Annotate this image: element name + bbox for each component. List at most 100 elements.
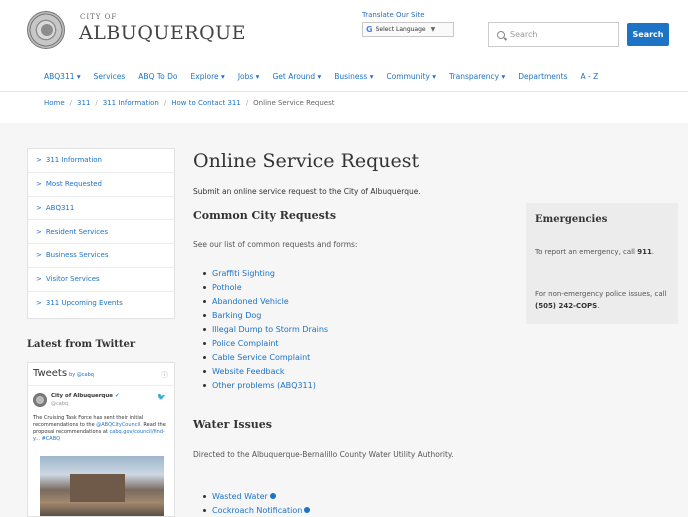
- bullet: [203, 384, 206, 388]
- sidebar-item-311-information[interactable]: >311 Information: [28, 149, 174, 173]
- emergencies-box: Emergencies To report an emergency, call…: [526, 203, 678, 324]
- link-illegal-dump[interactable]: Illegal Dump to Storm Drains: [212, 325, 328, 334]
- page-title: Online Service Request: [193, 150, 420, 172]
- common-requests-heading: Common City Requests: [193, 209, 337, 222]
- list-item[interactable]: Cockroach Notification: [203, 503, 311, 517]
- common-requests-intro: See our list of common requests and form…: [193, 240, 358, 249]
- sidebar-item-upcoming-events[interactable]: >311 Upcoming Events: [28, 292, 174, 316]
- list-item[interactable]: Illegal Dump to Storm Drains: [203, 322, 328, 336]
- tweets-title-label: Tweets: [33, 368, 68, 379]
- link-cable-service-complaint[interactable]: Cable Service Complaint: [212, 353, 310, 362]
- external-link-icon: [304, 507, 311, 514]
- list-item[interactable]: Website Feedback: [203, 365, 328, 379]
- tweets-by-link[interactable]: by @cabq: [69, 372, 94, 378]
- nav-item-jobs[interactable]: Jobs ▾: [238, 72, 260, 81]
- city-seal-logo[interactable]: [27, 11, 65, 49]
- list-item[interactable]: Pothole: [203, 280, 328, 294]
- sidebar-item-label: Resident Services: [45, 227, 108, 236]
- account-name-label: City of Albuquerque: [51, 393, 114, 399]
- search-input[interactable]: Search: [488, 22, 619, 47]
- nav-item-abq311[interactable]: ABQ311 ▾: [44, 72, 81, 81]
- twitter-heading: Latest from Twitter: [27, 339, 136, 350]
- breadcrumb-separator: /: [69, 99, 73, 107]
- link-abandoned-vehicle[interactable]: Abandoned Vehicle: [212, 297, 289, 306]
- bullet: [203, 342, 206, 346]
- link-pothole[interactable]: Pothole: [212, 283, 242, 292]
- sidebar-item-resident-services[interactable]: > Resident Services: [28, 220, 174, 244]
- avatar[interactable]: [33, 393, 47, 407]
- bullet: [203, 356, 206, 360]
- emergencies-title: Emergencies: [535, 214, 608, 225]
- nav-item-services[interactable]: Services: [94, 72, 126, 81]
- tweet-image[interactable]: [40, 456, 164, 516]
- site-header: CITY OF ALBUQUERQUE Translate Our Site G…: [0, 0, 688, 62]
- list-item[interactable]: Graffiti Sighting: [203, 266, 328, 280]
- twitter-bird-icon[interactable]: 🐦: [157, 393, 166, 401]
- bullet: [203, 327, 206, 331]
- emergency-text: To report an emergency, call: [535, 248, 635, 256]
- list-item[interactable]: Cable Service Complaint: [203, 351, 328, 365]
- sidebar-item-label: Visitor Services: [45, 275, 100, 284]
- list-item[interactable]: Barking Dog: [203, 308, 328, 322]
- language-select-label: Select Language: [375, 26, 426, 33]
- list-item[interactable]: Other problems (ABQ311): [203, 379, 328, 393]
- bullet: [203, 313, 206, 317]
- link-wasted-water[interactable]: Wasted Water: [212, 492, 268, 501]
- translate-label: Translate Our Site: [362, 11, 425, 19]
- tweets-title: Tweets by @cabq: [33, 368, 94, 379]
- breadcrumb-311-information[interactable]: 311 Information: [103, 99, 159, 107]
- breadcrumb-how-to-contact[interactable]: How to Contact 311: [171, 99, 241, 107]
- sidebar-item-most-requested[interactable]: > Most Requested: [28, 173, 174, 197]
- nav-item-community[interactable]: Community ▾: [386, 72, 436, 81]
- tweet-image-building: [70, 474, 125, 502]
- link-other-problems[interactable]: Other problems (ABQ311): [212, 381, 316, 390]
- bullet: [203, 494, 206, 498]
- sidebar-item-label: Business Services: [45, 251, 109, 260]
- city-name-logo[interactable]: ALBUQUERQUE: [79, 22, 246, 44]
- search-button[interactable]: Search: [627, 23, 669, 46]
- link-graffiti-sighting[interactable]: Graffiti Sighting: [212, 269, 275, 278]
- language-select[interactable]: G Select Language ▼: [362, 22, 454, 37]
- non-emergency-number: (505) 242-COPS: [535, 302, 598, 310]
- breadcrumb-current: Online Service Request: [253, 99, 335, 107]
- tweet-account-name[interactable]: City of Albuquerque ✔: [51, 393, 120, 399]
- nav-item-explore[interactable]: Explore ▾: [191, 72, 225, 81]
- info-icon[interactable]: ⓘ: [161, 370, 168, 380]
- list-item[interactable]: Abandoned Vehicle: [203, 294, 328, 308]
- water-issues-list: Wasted Water Cockroach Notification: [203, 489, 311, 517]
- link-barking-dog[interactable]: Barking Dog: [212, 311, 261, 320]
- link-cockroach-notification[interactable]: Cockroach Notification: [212, 506, 302, 515]
- sidebar-item-label: Most Requested: [45, 180, 102, 189]
- emergency-number: 911: [637, 248, 652, 256]
- city-of-label: CITY OF: [80, 13, 118, 21]
- chevron-right-icon: >: [36, 180, 42, 189]
- nav-item-abq-to-do[interactable]: ABQ To Do: [138, 72, 177, 81]
- main-nav: ABQ311 ▾ Services ABQ To Do Explore ▾ Jo…: [0, 62, 688, 92]
- nav-item-a-z[interactable]: A - Z: [581, 72, 599, 81]
- breadcrumb-home[interactable]: Home: [44, 99, 65, 107]
- twitter-widget: Tweets by @cabq ⓘ City of Albuquerque ✔ @…: [27, 362, 175, 517]
- list-item[interactable]: Police Complaint: [203, 336, 328, 350]
- nav-item-transparency[interactable]: Transparency ▾: [449, 72, 505, 81]
- sidebar-item-visitor-services[interactable]: > Visitor Services: [28, 268, 174, 292]
- bullet: [203, 299, 206, 303]
- breadcrumb-311[interactable]: 311: [77, 99, 90, 107]
- list-item[interactable]: Wasted Water: [203, 489, 310, 503]
- emergency-period: .: [651, 248, 655, 256]
- sidebar-item-business-services[interactable]: > Business Services: [28, 244, 174, 268]
- link-website-feedback[interactable]: Website Feedback: [212, 367, 285, 376]
- sidebar-item-label: 311 Upcoming Events: [45, 299, 123, 308]
- sidebar-item-abq311[interactable]: > ABQ311: [28, 197, 174, 221]
- search-placeholder: Search: [510, 30, 538, 39]
- nav-item-departments[interactable]: Departments: [518, 72, 567, 81]
- chevron-down-icon: ▼: [430, 26, 436, 33]
- tweet-mention-link[interactable]: @ABQCityCouncil.: [96, 422, 142, 428]
- non-emergency-line: For non-emergency police issues, call (5…: [535, 288, 673, 312]
- breadcrumb: Home / 311 / 311 Information / How to Co…: [44, 99, 335, 107]
- bullet: [203, 285, 206, 289]
- nav-item-get-around[interactable]: Get Around ▾: [272, 72, 321, 81]
- nav-item-business[interactable]: Business ▾: [334, 72, 373, 81]
- non-emergency-text: For non-emergency police issues, call: [535, 290, 667, 298]
- tweet-handle[interactable]: @cabq: [51, 401, 68, 407]
- link-police-complaint[interactable]: Police Complaint: [212, 339, 279, 348]
